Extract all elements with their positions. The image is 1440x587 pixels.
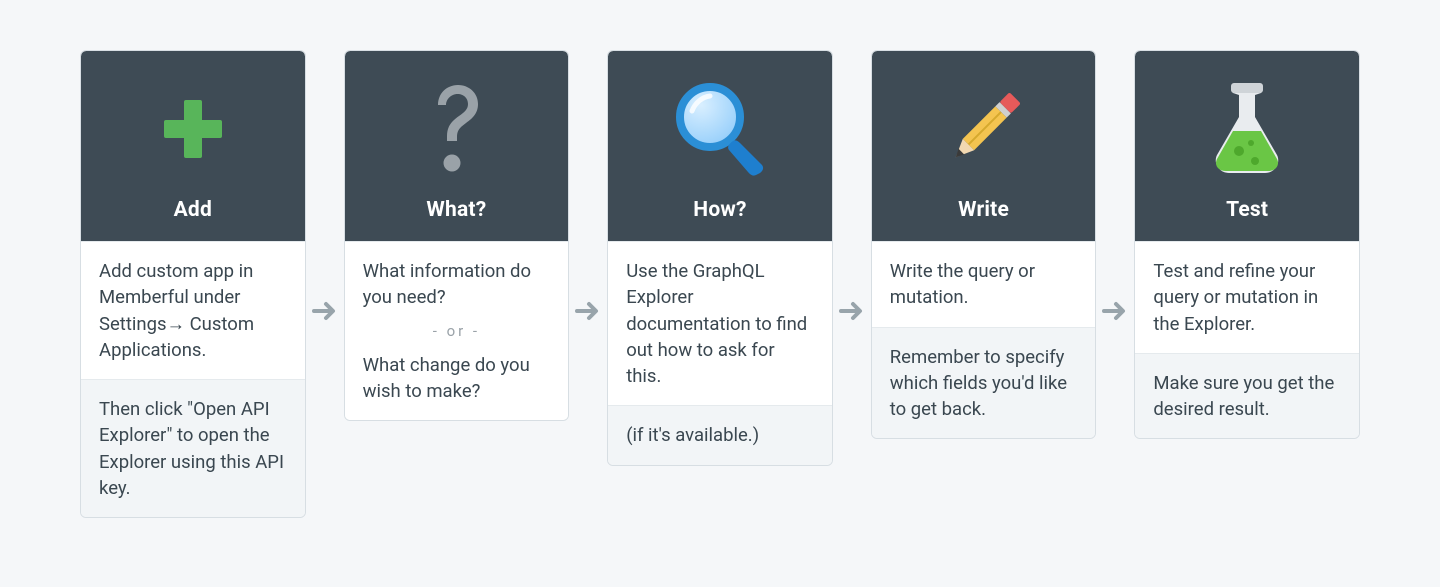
step-title: Write — [958, 198, 1009, 222]
step-title: Test — [1226, 198, 1268, 222]
step-body: Test and refine your query or mutation i… — [1135, 241, 1359, 438]
or-split-after: What change do you wish to make? — [363, 352, 551, 405]
step-title: How? — [693, 198, 746, 222]
step-cell-note: Make sure you get the desired result. — [1135, 353, 1359, 439]
flask-icon — [1205, 77, 1289, 182]
step-body: Write the query or mutation. Remember to… — [872, 241, 1096, 438]
arrow-connector — [833, 50, 871, 322]
step-cell-note: (if it's available.) — [608, 405, 832, 464]
step-header: How? — [608, 51, 832, 241]
step-title: What? — [426, 198, 486, 222]
step-card-write: Write Write the query or mutation. Remem… — [871, 50, 1097, 439]
question-icon — [424, 77, 488, 182]
step-cell: Add custom app in Memberful under Settin… — [81, 241, 305, 379]
arrow-right-icon — [1102, 300, 1128, 322]
step-body: Add custom app in Memberful under Settin… — [81, 241, 305, 517]
plus-icon — [158, 77, 228, 182]
step-title: Add — [174, 198, 212, 222]
arrow-connector — [306, 50, 344, 322]
step-card-test: Test Test and refine your query or mutat… — [1134, 50, 1360, 439]
step-header: Test — [1135, 51, 1359, 241]
process-flow: Add Add custom app in Memberful under Se… — [80, 50, 1360, 518]
step-cell-note: Then click "Open API Explorer" to open t… — [81, 379, 305, 517]
arrow-connector — [1096, 50, 1134, 322]
arrow-right-icon — [312, 300, 338, 322]
arrow-right-icon — [839, 300, 865, 322]
step-card-add: Add Add custom app in Memberful under Se… — [80, 50, 306, 518]
arrow-right-icon — [575, 300, 601, 322]
step-cell: Use the GraphQL Explorer documentation t… — [608, 241, 832, 405]
magnifier-icon — [670, 77, 770, 182]
pencil-icon — [934, 77, 1034, 182]
step-body: What information do you need? - or - Wha… — [345, 241, 569, 420]
step-body: Use the GraphQL Explorer documentation t… — [608, 241, 832, 465]
step-cell: Test and refine your query or mutation i… — [1135, 241, 1359, 353]
step-header: What? — [345, 51, 569, 241]
or-split-before: What information do you need? — [363, 258, 551, 311]
step-header: Add — [81, 51, 305, 241]
arrow-connector — [569, 50, 607, 322]
step-header: Write — [872, 51, 1096, 241]
step-card-what: What? What information do you need? - or… — [344, 50, 570, 421]
step-cell-or-split: What information do you need? - or - Wha… — [345, 241, 569, 420]
step-cell: Write the query or mutation. — [872, 241, 1096, 327]
or-split-separator: - or - — [363, 321, 551, 342]
step-card-how: How? Use the GraphQL Explorer documentat… — [607, 50, 833, 466]
step-cell-note: Remember to specify which fields you'd l… — [872, 327, 1096, 439]
